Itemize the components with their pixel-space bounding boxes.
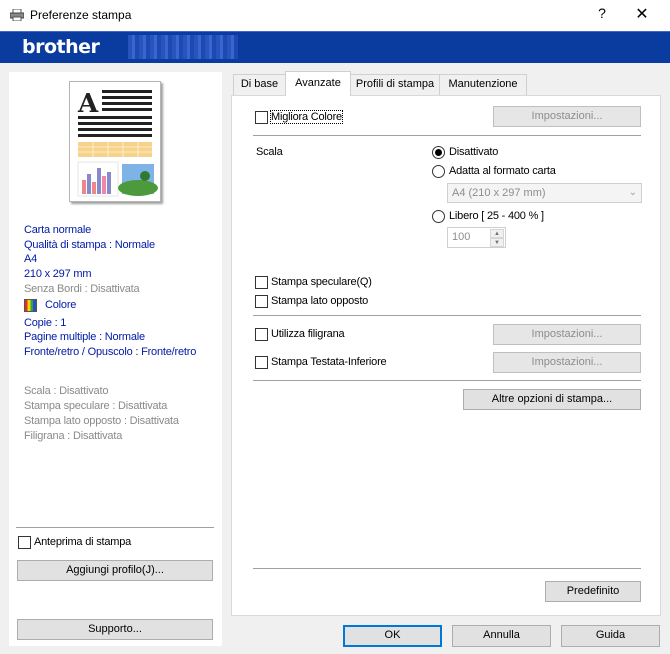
divider (16, 527, 214, 528)
scale-off-radio[interactable] (432, 146, 445, 159)
summary-quality: Qualità di stampa : Normale (24, 239, 155, 251)
watermark-checkbox[interactable] (255, 328, 268, 341)
doc-letter: A (77, 89, 99, 119)
help-button[interactable]: ? (592, 5, 612, 25)
scale-off-label[interactable]: Disattivato (449, 146, 498, 158)
improve-color-label[interactable]: Migliora Colore (270, 110, 343, 124)
tab-profili-di-stampa[interactable]: Profili di stampa (350, 74, 440, 95)
reverse-print-label[interactable]: Stampa lato opposto (271, 295, 368, 307)
summary-reverse: Stampa lato opposto : Disattivata (24, 415, 179, 427)
preview-checkbox-label[interactable]: Anteprima di stampa (34, 536, 131, 548)
summary-duplex: Fronte/retro / Opuscolo : Fronte/retro (24, 346, 197, 358)
summary-dimensions: 210 x 297 mm (24, 268, 92, 280)
default-button[interactable]: Predefinito (545, 581, 641, 602)
title-bar: Preferenze stampa ? ✕ (0, 0, 670, 31)
summary-media: Carta normale (24, 224, 92, 236)
brother-logo: brother (22, 36, 100, 58)
free-scale-radio[interactable] (432, 210, 445, 223)
improve-color-checkbox[interactable] (255, 111, 268, 124)
summary-scale: Scala : Disattivato (24, 385, 109, 397)
scale-percent-value: 100 (452, 231, 471, 243)
spin-up-icon[interactable]: ▲ (490, 229, 504, 238)
header-footer-checkbox[interactable] (255, 356, 268, 369)
summary-mirror: Stampa speculare : Disattivata (24, 400, 168, 412)
model-name-blurred (128, 35, 238, 59)
support-button[interactable]: Supporto... (17, 619, 213, 640)
mirror-print-checkbox[interactable] (255, 276, 268, 289)
preview-checkbox[interactable] (18, 536, 31, 549)
divider (253, 135, 641, 136)
other-print-options-button[interactable]: Altre opzioni di stampa... (463, 389, 641, 410)
color-mode-icon (24, 299, 37, 312)
chevron-down-icon: ⌄ (628, 187, 637, 198)
scale-percent-stepper[interactable]: 100 ▲ ▼ (447, 227, 506, 248)
close-button[interactable]: ✕ (630, 4, 654, 26)
tab-manutenzione[interactable]: Manutenzione (439, 74, 527, 95)
tab-avanzate[interactable]: Avanzate (285, 71, 351, 96)
ok-button[interactable]: OK (343, 625, 442, 647)
divider (253, 568, 641, 569)
help-guide-button[interactable]: Guida (561, 625, 660, 647)
fit-to-paper-radio[interactable] (432, 165, 445, 178)
paper-size-value: A4 (210 x 297 mm) (452, 187, 546, 199)
summary-color-mode: Colore (45, 299, 77, 311)
reverse-print-checkbox[interactable] (255, 295, 268, 308)
summary-copies: Copie : 1 (24, 317, 67, 329)
free-scale-label[interactable]: Libero [ 25 - 400 % ] (449, 210, 544, 222)
divider (253, 380, 641, 381)
printer-icon (10, 9, 24, 21)
spin-down-icon[interactable]: ▼ (490, 238, 504, 247)
window-title: Preferenze stampa (30, 8, 132, 22)
header-footer-label[interactable]: Stampa Testata-Inferiore (271, 356, 387, 368)
divider (253, 315, 641, 316)
scale-label: Scala (256, 146, 283, 158)
summary-borderless: Senza Bordi : Disattivata (24, 283, 140, 295)
document-preview-icon: A (77, 89, 158, 197)
mirror-print-label[interactable]: Stampa speculare(Q) (271, 276, 372, 288)
cancel-button[interactable]: Annulla (452, 625, 551, 647)
add-profile-button[interactable]: Aggiungi profilo(J)... (17, 560, 213, 581)
summary-multipage: Pagine multiple : Normale (24, 331, 145, 343)
watermark-label[interactable]: Utilizza filigrana (271, 328, 345, 340)
summary-paper-size: A4 (24, 253, 38, 265)
improve-color-settings-button[interactable]: Impostazioni... (493, 106, 641, 127)
summary-watermark: Filigrana : Disattivata (24, 430, 123, 442)
brand-bar: brother (0, 31, 670, 63)
tab-di-base[interactable]: Di base (233, 74, 286, 95)
fit-to-paper-label[interactable]: Adatta al formato carta (449, 165, 556, 177)
header-footer-settings-button[interactable]: Impostazioni... (493, 352, 641, 373)
page-preview-image: A (69, 81, 161, 202)
paper-size-dropdown[interactable]: A4 (210 x 297 mm) ⌄ (447, 183, 642, 203)
watermark-settings-button[interactable]: Impostazioni... (493, 324, 641, 345)
